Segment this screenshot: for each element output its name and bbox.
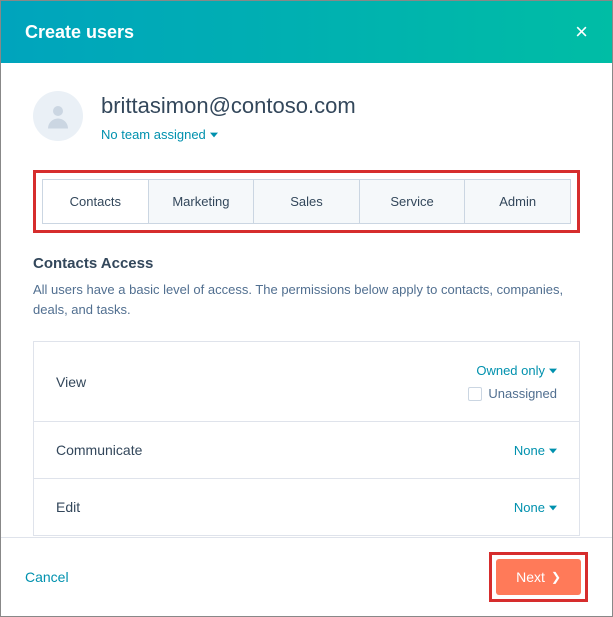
next-highlight-box: Next ❯ xyxy=(489,552,588,602)
next-button[interactable]: Next ❯ xyxy=(496,559,581,595)
permission-row-communicate: Communicate None xyxy=(34,422,579,479)
team-dropdown[interactable]: No team assigned xyxy=(101,127,218,142)
tab-marketing[interactable]: Marketing xyxy=(149,180,255,223)
user-email: brittasimon@contoso.com xyxy=(101,93,356,119)
permission-row-edit: Edit None xyxy=(34,479,579,536)
permission-row-view: View Owned only Unassigned xyxy=(34,342,579,422)
create-users-modal: Create users × brittasimon@contoso.com N… xyxy=(0,0,613,617)
dropdown-value: Owned only xyxy=(476,363,545,378)
tabs-highlight-box: Contacts Marketing Sales Service Admin xyxy=(33,170,580,233)
caret-down-icon xyxy=(549,363,557,378)
team-label: No team assigned xyxy=(101,127,206,142)
cancel-button[interactable]: Cancel xyxy=(25,569,69,585)
dropdown-value: None xyxy=(514,443,545,458)
view-permission-dropdown[interactable]: Owned only xyxy=(476,363,557,378)
permissions-list: View Owned only Unassigned Communicat xyxy=(33,341,580,536)
tab-sales[interactable]: Sales xyxy=(254,180,360,223)
modal-header: Create users × xyxy=(1,1,612,63)
tab-admin[interactable]: Admin xyxy=(465,180,570,223)
permission-label: Communicate xyxy=(56,442,142,458)
unassigned-checkbox-row[interactable]: Unassigned xyxy=(468,386,557,401)
permission-value-group: Owned only Unassigned xyxy=(468,362,557,401)
checkbox-icon[interactable] xyxy=(468,387,482,401)
unassigned-label: Unassigned xyxy=(488,386,557,401)
communicate-permission-dropdown[interactable]: None xyxy=(514,443,557,458)
modal-footer: Cancel Next ❯ xyxy=(1,537,612,616)
caret-down-icon xyxy=(549,443,557,458)
user-info: brittasimon@contoso.com No team assigned xyxy=(101,91,356,144)
edit-permission-dropdown[interactable]: None xyxy=(514,500,557,515)
user-summary: brittasimon@contoso.com No team assigned xyxy=(33,91,580,144)
caret-down-icon xyxy=(549,500,557,515)
modal-title: Create users xyxy=(25,22,134,43)
user-icon xyxy=(43,101,73,131)
section-description: All users have a basic level of access. … xyxy=(33,280,580,319)
section-title: Contacts Access xyxy=(33,255,580,272)
permission-label: Edit xyxy=(56,499,80,515)
close-icon[interactable]: × xyxy=(575,19,588,45)
next-label: Next xyxy=(516,569,545,585)
modal-body: brittasimon@contoso.com No team assigned… xyxy=(1,63,612,537)
permission-tabs: Contacts Marketing Sales Service Admin xyxy=(42,179,571,224)
avatar xyxy=(33,91,83,141)
permission-label: View xyxy=(56,374,86,390)
chevron-right-icon: ❯ xyxy=(551,570,561,584)
tab-contacts[interactable]: Contacts xyxy=(43,180,149,223)
dropdown-value: None xyxy=(514,500,545,515)
caret-down-icon xyxy=(210,127,218,142)
tab-service[interactable]: Service xyxy=(360,180,466,223)
